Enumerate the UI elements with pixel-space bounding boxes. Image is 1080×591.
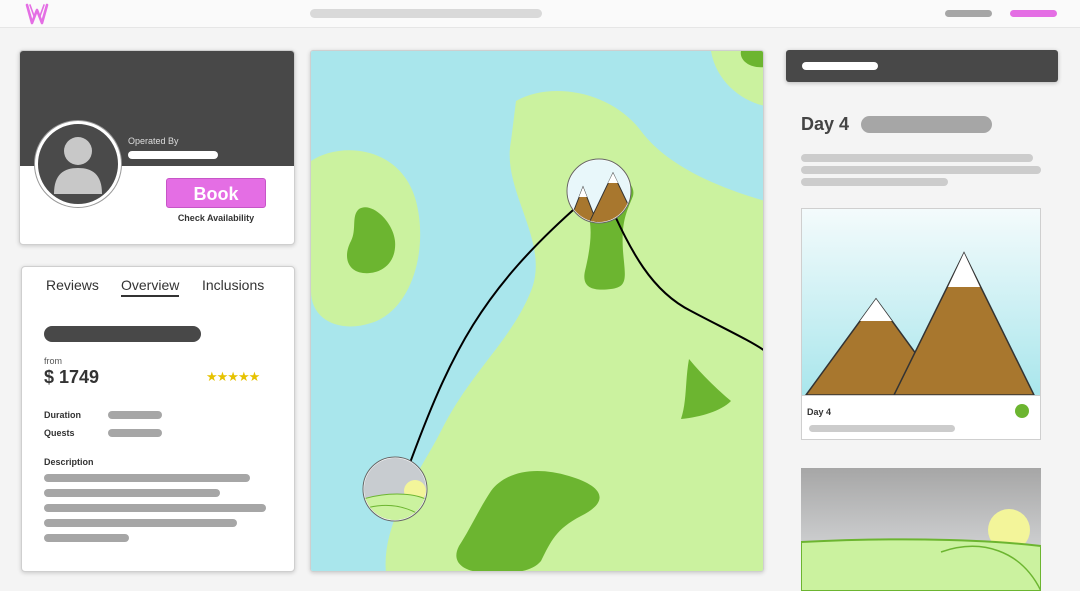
trip-title-placeholder bbox=[44, 326, 201, 342]
description-label: Description bbox=[44, 457, 94, 467]
check-availability-link[interactable]: Check Availability bbox=[166, 213, 266, 223]
description-line bbox=[44, 474, 250, 482]
day-text-line bbox=[801, 166, 1041, 174]
tab-overview[interactable]: Overview bbox=[121, 277, 180, 297]
from-label: from bbox=[44, 356, 62, 366]
quests-value-placeholder bbox=[108, 429, 162, 437]
nav-link[interactable] bbox=[945, 10, 992, 17]
day-photo-card[interactable] bbox=[801, 208, 1041, 440]
tab-inclusions[interactable]: Inclusions bbox=[202, 277, 264, 293]
description-line bbox=[44, 489, 220, 497]
day-title: Day 4 bbox=[801, 114, 850, 134]
day-text-line bbox=[801, 178, 948, 186]
duration-value-placeholder bbox=[108, 411, 162, 419]
photo-caption: Day 4 bbox=[807, 407, 832, 417]
description-line bbox=[44, 534, 129, 542]
trip-info-card: Reviews Overview Inclusions from $ 1749 … bbox=[21, 266, 295, 572]
quests-label: Quests bbox=[44, 428, 75, 438]
rating-stars-icon: ★★★★★ bbox=[206, 369, 260, 384]
status-dot-icon bbox=[1015, 404, 1029, 418]
user-icon bbox=[54, 137, 102, 194]
day-text-line bbox=[801, 154, 1033, 162]
tab-reviews[interactable]: Reviews bbox=[46, 277, 99, 293]
operator-name-placeholder bbox=[128, 151, 218, 159]
search-bar[interactable] bbox=[310, 9, 542, 18]
duration-label: Duration bbox=[44, 410, 81, 420]
photo-caption-placeholder bbox=[809, 425, 955, 432]
nav-cta-button[interactable] bbox=[1010, 10, 1057, 17]
day-subtitle-placeholder bbox=[861, 116, 992, 133]
info-tabs: Reviews Overview Inclusions bbox=[22, 277, 294, 299]
mountain-photo bbox=[802, 209, 1040, 396]
operated-by-label: Operated By bbox=[128, 136, 179, 146]
itinerary-header bbox=[786, 50, 1058, 82]
top-bar bbox=[0, 0, 1080, 28]
description-line bbox=[44, 519, 237, 527]
brand-logo-icon[interactable] bbox=[24, 2, 50, 26]
book-button[interactable]: Book bbox=[166, 178, 266, 208]
description-line bbox=[44, 504, 266, 512]
itinerary-header-placeholder bbox=[802, 62, 878, 70]
operator-card: Operated By Book Check Availability bbox=[19, 50, 295, 245]
avatar[interactable] bbox=[35, 121, 121, 207]
meadow-photo[interactable] bbox=[801, 468, 1041, 591]
price: $ 1749 bbox=[44, 367, 100, 387]
route-map[interactable] bbox=[310, 50, 764, 572]
